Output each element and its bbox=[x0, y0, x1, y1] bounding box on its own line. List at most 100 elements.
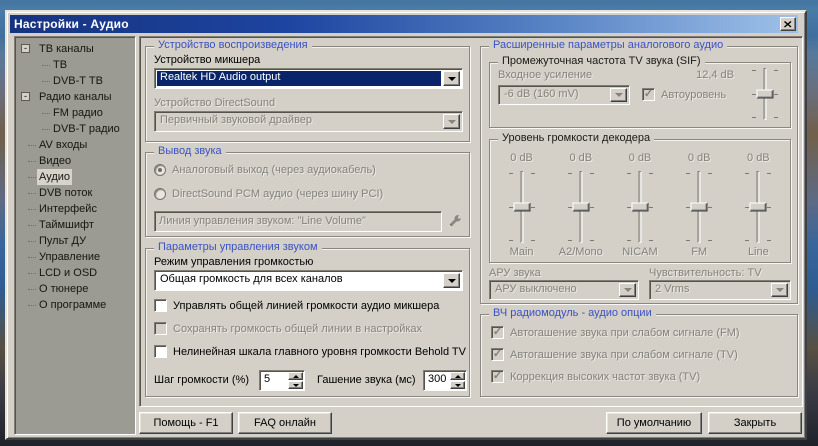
sensitivity-label: Чувствительность: TV bbox=[649, 267, 762, 279]
dropdown-button bbox=[619, 283, 636, 297]
volume-slider-line bbox=[745, 170, 771, 244]
channel-value: 0 dB bbox=[553, 152, 609, 166]
sidebar-item-lcd-osd[interactable]: LCD и OSD bbox=[15, 265, 135, 281]
group-title: Устройство воспроизведения bbox=[154, 39, 312, 51]
chevron-down-icon bbox=[615, 93, 623, 97]
spin-down-button[interactable] bbox=[450, 381, 465, 389]
dropdown-button[interactable] bbox=[443, 71, 460, 86]
sidebar-item-timeshift[interactable]: Таймшифт bbox=[15, 217, 135, 233]
sidebar-item-dvbt-tv[interactable]: DVB-T ТВ bbox=[15, 73, 135, 89]
radio-selected-icon bbox=[154, 164, 166, 176]
automute-fm-checkbox: ✓ Автогашение звука при слабом сигнале (… bbox=[491, 326, 740, 339]
group-title: Параметры управления звуком bbox=[154, 241, 322, 253]
sidebar-item-about-program[interactable]: О программе bbox=[15, 297, 135, 313]
chevron-down-icon bbox=[448, 120, 456, 124]
checkbox-unchecked-icon[interactable] bbox=[154, 345, 167, 358]
sidebar-item-interface[interactable]: Интерфейс bbox=[15, 201, 135, 217]
sidebar-item-control[interactable]: Управление bbox=[15, 249, 135, 265]
volume-mode-select[interactable]: Общая громкость для всех каналов bbox=[154, 270, 463, 291]
slider-thumb bbox=[757, 90, 774, 99]
sidebar-item-video[interactable]: Видео bbox=[15, 153, 135, 169]
slider-thumb bbox=[750, 203, 767, 212]
volume-step-stepper[interactable]: 5 bbox=[259, 370, 305, 391]
sidebar-item-radio-channels[interactable]: -Радио каналы bbox=[15, 89, 135, 105]
sidebar-item-dvb-stream[interactable]: DVB поток bbox=[15, 185, 135, 201]
radio-unselected-icon bbox=[154, 188, 166, 200]
sidebar-item-fm-radio[interactable]: FM радио bbox=[15, 105, 135, 121]
chevron-down-icon bbox=[448, 279, 456, 283]
agc-value: АРУ выключено bbox=[492, 283, 617, 297]
sif-group: Промежуточная частота TV звука (SIF) Вхо… bbox=[489, 62, 791, 128]
help-button[interactable]: Помощь - F1 bbox=[139, 412, 233, 434]
close-icon bbox=[784, 21, 792, 28]
master-line-label: Управлять общей линией громкости аудио м… bbox=[173, 300, 439, 312]
spin-up-button[interactable] bbox=[450, 372, 465, 380]
decoder-sliders: 0 dB Main 0 dB A2/Mono 0 dB NICAM bbox=[492, 152, 788, 258]
close-dialog-button-label: Закрыть bbox=[734, 417, 776, 429]
input-gain-select: -6 dB (160 mV) bbox=[498, 85, 630, 105]
dropdown-button bbox=[443, 114, 460, 129]
spin-up-button[interactable] bbox=[288, 372, 303, 380]
collapse-icon[interactable]: - bbox=[21, 92, 30, 101]
sidebar-item-audio[interactable]: Аудио bbox=[15, 169, 135, 185]
directsound-pcm-radio: DirectSound PCM аудио (через шину PCI) bbox=[154, 188, 383, 200]
spin-down-icon bbox=[293, 384, 299, 387]
sidebar-item-tv-channels[interactable]: -ТВ каналы bbox=[15, 41, 135, 57]
volume-slider-nicam bbox=[627, 170, 653, 244]
chevron-down-icon bbox=[776, 288, 784, 292]
sidebar-item-about-tuner[interactable]: О тюнере bbox=[15, 281, 135, 297]
faq-button[interactable]: FAQ онлайн bbox=[238, 412, 332, 434]
sound-output-group: Вывод звука Аналоговый выход (через ауди… bbox=[145, 152, 470, 237]
chevron-down-icon bbox=[624, 288, 632, 292]
dropdown-button[interactable] bbox=[443, 273, 460, 288]
sidebar-item-label: ТВ каналы bbox=[37, 41, 96, 57]
advanced-analog-group: Расширенные параметры аналогового аудио … bbox=[480, 46, 798, 304]
close-dialog-button[interactable]: Закрыть bbox=[708, 412, 802, 434]
group-title: Уровень громкости декодера bbox=[498, 132, 654, 144]
checkbox-unchecked-icon[interactable] bbox=[154, 299, 167, 312]
sidebar-item-label: О тюнере bbox=[37, 281, 90, 297]
decoder-channel-fm: 0 dB FM bbox=[671, 152, 727, 258]
nonlinear-scale-checkbox[interactable]: Нелинейная шкала главного уровня громкос… bbox=[154, 345, 466, 358]
save-volume-checkbox: Сохранять громкость общей линии в настро… bbox=[154, 322, 422, 335]
playback-device-group: Устройство воспроизведения Устройство ми… bbox=[145, 46, 470, 142]
mute-time-stepper[interactable]: 300 bbox=[423, 370, 467, 391]
channel-value: 0 dB bbox=[671, 152, 727, 166]
input-gain-label: Входное усиление bbox=[498, 69, 592, 81]
defaults-button[interactable]: По умолчанию bbox=[606, 412, 702, 434]
collapse-icon[interactable]: - bbox=[21, 44, 30, 53]
sidebar-item-label: DVB-T радио bbox=[51, 121, 122, 137]
sif-level-value: 12,4 dB bbox=[696, 69, 734, 81]
master-line-checkbox[interactable]: Управлять общей линией громкости аудио м… bbox=[154, 299, 439, 312]
sidebar-item-dvbt-radio[interactable]: DVB-T радио bbox=[15, 121, 135, 137]
volume-step-value[interactable]: 5 bbox=[260, 371, 287, 390]
mixer-device-value: Realtek HD Audio output bbox=[157, 71, 441, 86]
sidebar-item-tv[interactable]: ТВ bbox=[15, 57, 135, 73]
volume-params-group: Параметры управления звуком Режим управл… bbox=[145, 248, 470, 397]
channel-value: 0 dB bbox=[494, 152, 550, 166]
spin-down-button[interactable] bbox=[288, 381, 303, 389]
titlebar[interactable]: Настройки - Аудио bbox=[10, 15, 798, 33]
slider-thumb bbox=[691, 203, 708, 212]
close-button[interactable] bbox=[780, 17, 796, 31]
volume-mode-label: Режим управления громкостью bbox=[154, 256, 313, 268]
sidebar-item-label: LCD и OSD bbox=[37, 265, 99, 281]
directsound-pcm-label: DirectSound PCM аудио (через шину PCI) bbox=[172, 188, 383, 200]
directsound-device-select: Первичный звуковой драйвер bbox=[154, 111, 463, 132]
checkbox-checked-icon: ✓ bbox=[491, 348, 504, 361]
group-title: Вывод звука bbox=[154, 145, 226, 157]
sidebar-item-remote[interactable]: Пульт ДУ bbox=[15, 233, 135, 249]
spin-down-icon bbox=[455, 384, 461, 387]
sif-gain-slider bbox=[752, 67, 778, 121]
volume-mode-value: Общая громкость для всех каналов bbox=[157, 273, 441, 288]
directsound-device-value: Первичный звуковой драйвер bbox=[157, 114, 441, 129]
nonlinear-scale-label: Нелинейная шкала главного уровня громкос… bbox=[173, 346, 466, 358]
autolevel-label: Автоуровень bbox=[661, 89, 726, 101]
sidebar-item-label: AV входы bbox=[37, 137, 89, 153]
mute-time-value[interactable]: 300 bbox=[424, 371, 449, 390]
sidebar-item-label: Интерфейс bbox=[37, 201, 99, 217]
mixer-device-select[interactable]: Realtek HD Audio output bbox=[154, 68, 463, 89]
dropdown-button bbox=[610, 88, 627, 102]
spin-up-icon bbox=[293, 375, 299, 378]
sidebar-item-av-inputs[interactable]: AV входы bbox=[15, 137, 135, 153]
